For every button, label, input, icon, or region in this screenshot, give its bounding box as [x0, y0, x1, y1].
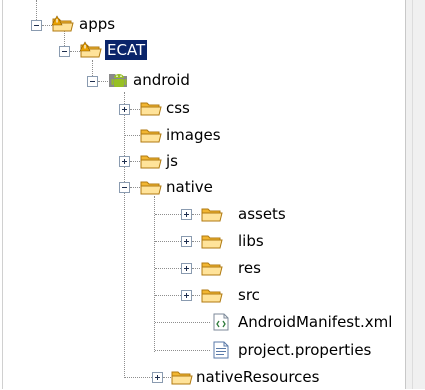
text-file-icon — [210, 341, 232, 359]
folder-icon — [140, 152, 162, 170]
collapse-toggle[interactable] — [59, 46, 70, 57]
tree-item-label: android — [133, 71, 190, 89]
folder-icon — [140, 126, 162, 144]
tree-item-label: assets — [238, 205, 286, 223]
folder-icon — [140, 178, 162, 196]
folder-icon — [201, 259, 223, 277]
connector-line — [36, 0, 37, 20]
tree-item-label: apps — [79, 15, 116, 33]
tree-item-label: css — [166, 99, 190, 117]
folder-icon — [201, 232, 223, 250]
tree-item-label: res — [238, 259, 261, 277]
side-panel — [405, 0, 425, 389]
expand-toggle[interactable] — [119, 156, 130, 167]
panel-divider — [412, 0, 413, 389]
tree-item-label: nativeResources — [196, 368, 320, 386]
expand-toggle[interactable] — [181, 209, 192, 220]
tree-item-label: native — [166, 178, 213, 196]
collapse-toggle[interactable] — [87, 76, 98, 87]
tree-left-edge — [2, 0, 3, 389]
expand-toggle[interactable] — [152, 372, 163, 383]
folder-icon — [201, 286, 223, 304]
xml-file-icon — [210, 313, 232, 331]
expand-toggle[interactable] — [119, 104, 130, 115]
folder-icon — [201, 205, 223, 223]
tree-item-label: js — [166, 152, 178, 170]
tree-item-label: libs — [238, 232, 264, 250]
tree-item-label: project.properties — [238, 341, 372, 359]
collapse-toggle[interactable] — [31, 20, 42, 31]
project-explorer-tree: apps ECAT android css images js native a… — [0, 0, 405, 389]
android-icon — [108, 71, 130, 89]
expand-toggle[interactable] — [181, 263, 192, 274]
folder-icon — [140, 99, 162, 117]
folder-warning-icon — [51, 15, 74, 33]
tree-item-label: AndroidManifest.xml — [238, 313, 393, 331]
expand-toggle[interactable] — [181, 290, 192, 301]
folder-warning-icon — [79, 41, 102, 59]
expand-toggle[interactable] — [181, 236, 192, 247]
connector-line — [154, 196, 155, 352]
folder-icon — [171, 368, 193, 386]
tree-item-label: ECAT — [105, 40, 148, 60]
tree-item-label: src — [238, 286, 260, 304]
tree-item-label: images — [166, 126, 221, 144]
collapse-toggle[interactable] — [119, 182, 130, 193]
